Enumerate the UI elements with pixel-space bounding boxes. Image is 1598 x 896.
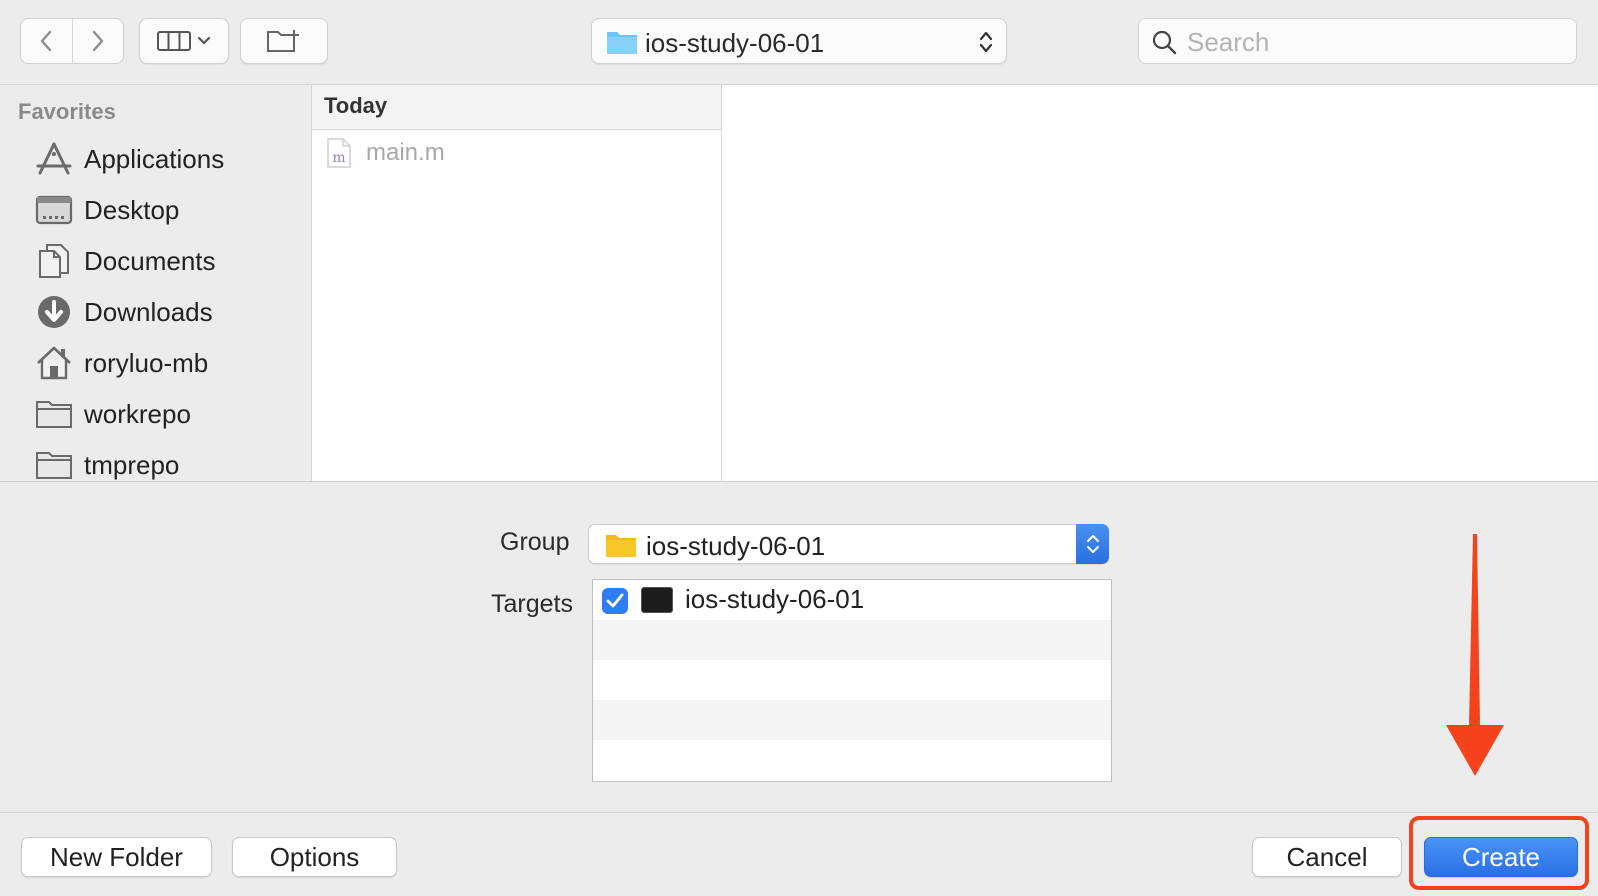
chevron-right-icon [92, 30, 103, 52]
desktop-icon [34, 190, 74, 230]
target-row-empty [593, 660, 1111, 700]
sidebar-item-downloads[interactable]: Downloads [34, 290, 304, 334]
sidebar-item-workrepo[interactable]: workrepo [34, 392, 304, 436]
path-popup-label: ios-study-06-01 [645, 28, 825, 58]
target-name: ios-study-06-01 [685, 584, 865, 614]
cancel-button[interactable]: Cancel [1252, 837, 1402, 877]
columns-view-icon [157, 31, 191, 51]
sidebar-item-label: roryluo-mb [84, 347, 209, 378]
sidebar-item-label: workrepo [84, 398, 191, 429]
sidebar-item-applications[interactable]: Applications [34, 137, 304, 181]
sidebar-item-label: Applications [84, 143, 225, 174]
sidebar-item-label: Desktop [84, 194, 180, 225]
browser-column: Today m main.m [312, 85, 722, 481]
documents-icon [34, 241, 74, 281]
column-header: Today [312, 85, 721, 130]
sidebar-item-label: tmprepo [84, 449, 180, 480]
downloads-icon [34, 292, 74, 332]
new-folder-icon [267, 30, 299, 52]
group-popup[interactable]: ios-study-06-01 [588, 524, 1109, 564]
footer-divider [0, 812, 1598, 813]
up-down-arrows-icon [1086, 535, 1099, 553]
sidebar-heading: Favorites [18, 99, 116, 124]
group-label: Group [500, 528, 570, 556]
new-folder-button[interactable]: New Folder [21, 837, 212, 877]
view-mode-button[interactable] [139, 18, 229, 64]
target-row-empty [593, 740, 1111, 780]
up-down-arrows-icon [979, 31, 993, 53]
target-row-empty [593, 700, 1111, 740]
file-name: main.m [366, 139, 445, 166]
checkmark-icon [606, 593, 624, 608]
sidebar-item-label: Downloads [84, 296, 213, 327]
chevron-left-icon [41, 30, 52, 52]
target-row[interactable]: ios-study-06-01 [593, 580, 1111, 620]
objc-file-icon: m [327, 138, 351, 168]
new-folder-toolbar-button[interactable] [240, 18, 328, 64]
sidebar-item-label: Documents [84, 245, 216, 276]
target-checkbox[interactable] [602, 588, 628, 614]
back-button[interactable] [21, 19, 72, 63]
folder-icon [606, 535, 636, 557]
terminal-app-icon [641, 587, 673, 613]
target-row-empty [593, 620, 1111, 660]
home-icon [34, 343, 74, 383]
folder-icon [607, 32, 637, 54]
group-popup-value: ios-study-06-01 [646, 531, 826, 561]
sidebar: Favorites Applications Desktop Documents… [0, 85, 312, 481]
search-field[interactable]: Search [1138, 18, 1577, 64]
annotation-arrow-icon [1446, 534, 1504, 776]
path-popup[interactable]: ios-study-06-01 [591, 18, 1007, 64]
applications-icon [34, 139, 74, 179]
targets-list: ios-study-06-01 [592, 579, 1112, 782]
file-row-main-m[interactable]: m main.m [326, 137, 445, 169]
sidebar-item-tmprepo[interactable]: tmprepo [34, 443, 304, 481]
options-button[interactable]: Options [232, 837, 397, 877]
toolbar: ios-study-06-01 Search [0, 0, 1598, 85]
svg-text:m: m [332, 150, 345, 166]
folder-icon [34, 394, 74, 434]
group-popup-stepper[interactable] [1076, 524, 1109, 564]
preview-column [722, 85, 1598, 481]
search-placeholder: Search [1187, 27, 1270, 57]
forward-button[interactable] [71, 19, 124, 63]
back-forward-control [20, 18, 124, 64]
sidebar-item-documents[interactable]: Documents [34, 239, 304, 283]
search-icon [1152, 30, 1177, 55]
divider [0, 481, 1598, 482]
chevron-down-icon [197, 36, 211, 45]
sidebar-item-desktop[interactable]: Desktop [34, 188, 304, 232]
targets-label: Targets [491, 590, 573, 618]
sidebar-item-home[interactable]: roryluo-mb [34, 341, 304, 385]
folder-icon [34, 445, 74, 481]
annotation-highlight-box [1409, 816, 1589, 890]
column-header-label: Today [324, 93, 388, 118]
